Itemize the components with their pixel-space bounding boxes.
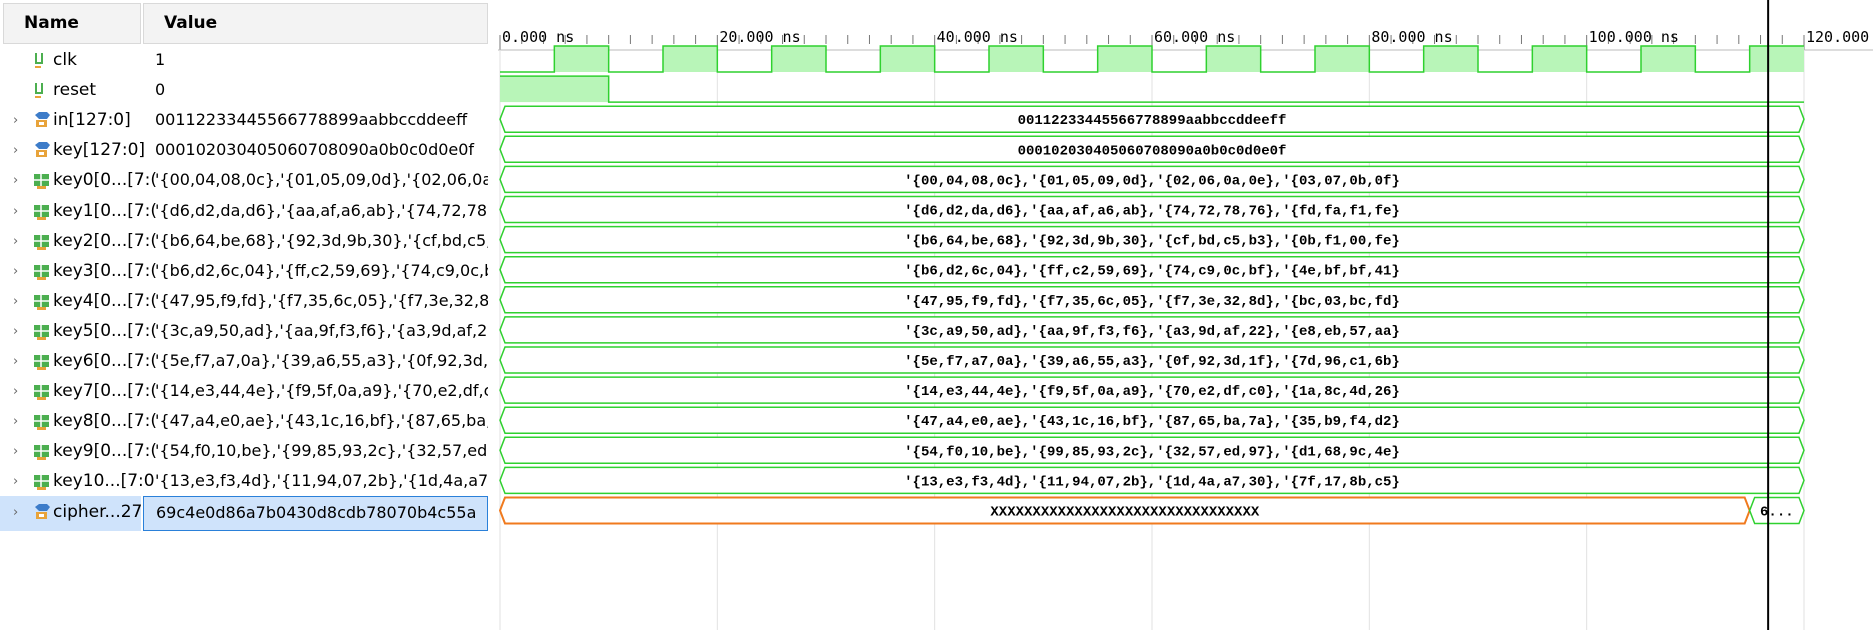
- clock-high-fill: [1315, 46, 1370, 72]
- bus-value-label: 000102030405060708090a0b0c0d0e0f: [1018, 143, 1287, 159]
- bus-value-label: '{3c,a9,50,ad},'{aa,9f,f3,f6},'{a3,9d,af…: [904, 324, 1400, 340]
- waveform-4: '{00,04,08,0c},'{01,05,09,0d},'{02,06,0a…: [499, 165, 1805, 194]
- waveform-7: '{b6,d2,6c,04},'{ff,c2,59,69},'{74,c9,0c…: [499, 255, 1805, 284]
- waveform-5: '{d6,d2,da,d6},'{aa,af,a6,ab},'{74,72,78…: [499, 195, 1805, 224]
- waveform-2: 00112233445566778899aabbccddeeff: [499, 105, 1805, 133]
- clock-high-fill: [989, 46, 1044, 72]
- ruler-label: 100.000 ns: [1589, 28, 1679, 46]
- ruler-label: 20.000 ns: [719, 28, 800, 46]
- waveform-15: XXXXXXXXXXXXXXXXXXXXXXXXXXXXXXXX 6...: [498, 496, 1805, 525]
- bus-value-label: 6...: [1760, 505, 1794, 521]
- clock-high-fill: [1423, 46, 1478, 72]
- bus-value-label: '{13,e3,f3,4d},'{11,94,07,2b},'{1d,4a,a7…: [904, 474, 1400, 490]
- bus-value-label: '{47,95,f9,fd},'{f7,35,6c,05},'{f7,3e,32…: [904, 294, 1400, 310]
- clock-high-fill: [771, 46, 826, 72]
- waveform-8: '{47,95,f9,fd},'{f7,35,6c,05},'{f7,3e,32…: [499, 286, 1805, 314]
- bus-value-label: '{d6,d2,da,d6},'{aa,af,a6,ab},'{74,72,78…: [904, 204, 1400, 220]
- bus-value-label: '{b6,d2,6c,04},'{ff,c2,59,69},'{74,c9,0c…: [904, 264, 1400, 280]
- bus-value-label: '{b6,64,be,68},'{92,3d,9b,30},'{cf,bd,c5…: [904, 234, 1400, 250]
- clock-high-fill: [1749, 46, 1804, 72]
- bus-value-label: XXXXXXXXXXXXXXXXXXXXXXXXXXXXXXXX: [990, 505, 1259, 521]
- ruler-label: 120.000 ns: [1806, 28, 1873, 46]
- bus-value-label: '{47,a4,e0,ae},'{43,1c,16,bf},'{87,65,ba…: [904, 414, 1400, 430]
- ruler-label: 0.000 ns: [502, 28, 574, 46]
- bus-value-label: '{14,e3,44,4e},'{f9,5f,0a,a9},'{70,e2,df…: [904, 384, 1400, 400]
- reset-high-fill: [500, 76, 609, 103]
- clock-high-fill: [663, 46, 718, 72]
- waveform-6: '{b6,64,be,68},'{92,3d,9b,30},'{cf,bd,c5…: [499, 225, 1805, 254]
- waveform-viewer[interactable]: 0.000 ns 20.000 ns 40.000 ns 60.000 ns 80.00…: [0, 0, 1873, 630]
- clock-high-fill: [880, 46, 935, 72]
- waveform-13: '{54,f0,10,be},'{99,85,93,2c},'{32,57,ed…: [499, 436, 1805, 465]
- bus-value-label: '{5e,f7,a7,0a},'{39,a6,55,a3},'{0f,92,3d…: [904, 354, 1400, 370]
- bus-value-label: '{54,f0,10,be},'{99,85,93,2c},'{32,57,ed…: [904, 444, 1400, 460]
- clock-high-fill: [1206, 46, 1261, 72]
- clock-high-fill: [1532, 46, 1587, 72]
- waveform-9: '{3c,a9,50,ad},'{aa,9f,f3,f6},'{a3,9d,af…: [499, 316, 1805, 344]
- waveform-12: '{47,a4,e0,ae},'{43,1c,16,bf},'{87,65,ba…: [499, 406, 1805, 434]
- ruler-label: 40.000 ns: [937, 28, 1018, 46]
- clock-high-fill: [554, 46, 609, 72]
- waveform-10: '{5e,f7,a7,0a},'{39,a6,55,a3},'{0f,92,3d…: [499, 346, 1805, 374]
- clock-high-fill: [1097, 46, 1152, 72]
- ruler-label: 80.000 ns: [1371, 28, 1452, 46]
- clock-high-fill: [1641, 46, 1696, 72]
- bus-value-label: 00112233445566778899aabbccddeeff: [1018, 113, 1287, 129]
- ruler-label: 60.000 ns: [1154, 28, 1235, 46]
- waveform-11: '{14,e3,44,4e},'{f9,5f,0a,a9},'{70,e2,df…: [499, 376, 1805, 404]
- bus-value-label: '{00,04,08,0c},'{01,05,09,0d},'{02,06,0a…: [904, 173, 1400, 189]
- waveform-14: '{13,e3,f3,4d},'{11,94,07,2b},'{1d,4a,a7…: [499, 466, 1805, 495]
- waveform-3: 000102030405060708090a0b0c0d0e0f: [499, 135, 1805, 164]
